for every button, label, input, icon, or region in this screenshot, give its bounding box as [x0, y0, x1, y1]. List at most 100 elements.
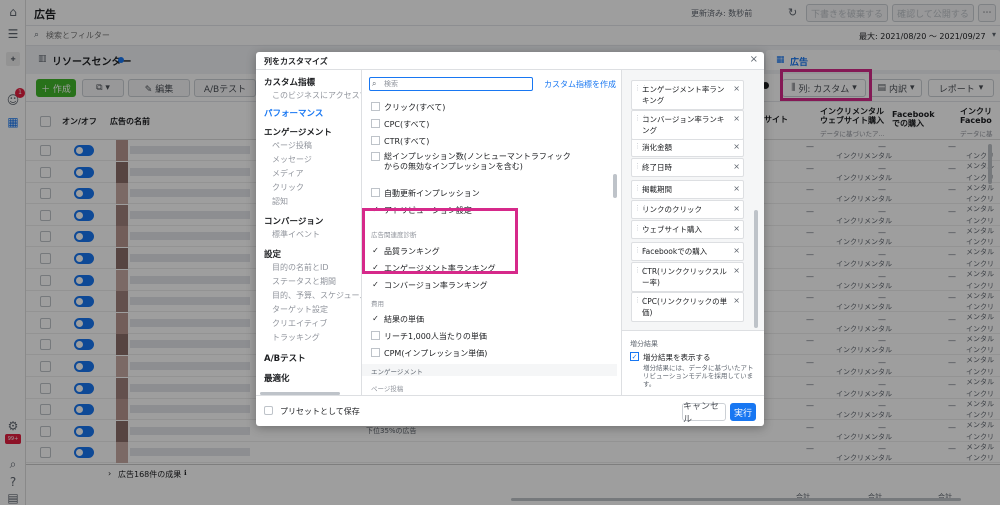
category-item[interactable]: ページ投稿 — [272, 140, 312, 151]
checked-icon[interactable]: ✓ — [371, 314, 380, 323]
category-item[interactable]: パフォーマンス — [264, 107, 323, 119]
category-item[interactable]: カスタム指標 — [264, 76, 315, 88]
metric-label: リーチ1,000人当たりの単価 — [384, 332, 487, 341]
metric-checkbox-item[interactable]: クリック(すべて) — [371, 102, 445, 113]
modal-footer: プリセットとして保存 キャンセル 実行 — [256, 395, 764, 426]
metric-checkbox-item[interactable]: CPM(インプレッション単価) — [371, 348, 487, 359]
remove-icon[interactable]: × — [733, 296, 740, 305]
category-item[interactable]: 認知 — [272, 196, 288, 207]
category-item[interactable]: エンゲージメント — [264, 126, 332, 138]
category-item[interactable]: このビジネスにアクセスで — [272, 90, 361, 101]
category-item[interactable]: ターゲット設定 — [272, 304, 328, 315]
incremental-section: 増分結果 ✓ 増分結果を表示する 増分結果には、データに基づいたアトリビューショ… — [622, 330, 764, 395]
unchecked-box[interactable] — [371, 348, 380, 357]
remove-icon[interactable]: × — [733, 224, 740, 233]
category-list: カスタム指標このビジネスにアクセスでパフォーマンス エンゲージメントページ投稿メッ… — [256, 70, 362, 395]
category-item[interactable]: A/Bテスト — [264, 352, 306, 364]
selected-column-label: CPC(リンククリックの単価) — [642, 297, 728, 317]
remove-icon[interactable]: × — [733, 162, 740, 171]
selected-column-pill[interactable]: ⋮⋮ 消化金額 × — [631, 138, 744, 157]
metric-label: 結果の単価 — [384, 315, 424, 324]
create-custom-metric-link[interactable]: カスタム指標を作成 — [544, 79, 616, 90]
engagement-section-label: エンゲージメント — [371, 368, 423, 376]
drag-handle-icon[interactable]: ⋮⋮ — [634, 184, 648, 192]
category-item[interactable]: コンバージョン — [264, 215, 323, 227]
save-preset-checkbox[interactable] — [264, 406, 273, 415]
remove-icon[interactable]: × — [733, 142, 740, 151]
unchecked-box[interactable] — [371, 152, 380, 161]
metric-checkbox-item[interactable]: ✓ 結果の単価 — [371, 314, 424, 325]
save-preset-label: プリセットとして保存 — [280, 407, 360, 416]
unchecked-box[interactable] — [371, 136, 380, 145]
drag-handle-icon[interactable]: ⋮⋮ — [634, 162, 648, 170]
unchecked-box[interactable] — [371, 119, 380, 128]
incremental-check-label: 増分結果を表示する — [643, 353, 711, 362]
drag-handle-icon[interactable]: ⋮⋮ — [634, 84, 648, 92]
category-item[interactable]: クリエイティブ — [272, 318, 327, 329]
metric-checkbox-item[interactable]: リーチ1,000人当たりの単価 — [371, 331, 487, 342]
category-item[interactable]: 最適化 — [264, 372, 290, 384]
metric-label: CTR(すべて) — [384, 137, 430, 146]
category-item[interactable]: 標準イベント — [272, 229, 320, 240]
engagement-section-header[interactable]: エンゲージメント — [362, 364, 617, 376]
selected-column-pill[interactable]: ⋮⋮ Facebookでの購入 × — [631, 242, 744, 261]
selected-column-pill[interactable]: ⋮⋮ コンバージョン率ランキング × — [631, 110, 744, 140]
checked-icon[interactable]: ✓ — [371, 280, 380, 289]
metric-checkbox-item[interactable]: ✓ コンバージョン率ランキング — [371, 280, 488, 291]
remove-icon[interactable]: × — [733, 204, 740, 213]
remove-icon[interactable]: × — [733, 184, 740, 193]
cancel-button[interactable]: キャンセル — [682, 402, 726, 425]
selected-column-label: エンゲージメント率ランキング — [642, 85, 725, 105]
metric-label: CPC(すべて) — [384, 120, 430, 129]
drag-handle-icon[interactable]: ⋮⋮ — [634, 114, 648, 122]
incremental-checkbox[interactable]: ✓ — [630, 352, 639, 361]
unchecked-box[interactable] — [371, 331, 380, 340]
drag-handle-icon[interactable]: ⋮⋮ — [634, 142, 648, 150]
modal-title: 列をカスタマイズ — [264, 57, 328, 66]
category-item[interactable]: クリック — [272, 182, 304, 193]
selected-columns-list: ⋮⋮ CPC(リンククリックの単価) × ⋮⋮ CTR(リンククリックスルー率) × ⋮⋮ F… — [622, 70, 764, 395]
metric-checkbox-item[interactable]: 自動更新インプレッション — [371, 188, 480, 199]
drag-handle-icon[interactable]: ⋮⋮ — [634, 266, 648, 274]
selected-column-pill[interactable]: ⋮⋮ リンクのクリック × — [631, 200, 744, 219]
metric-checkbox-item[interactable]: 総インプレッション数(ノンヒューマントラフィックからの無効なインプレッションを含… — [371, 152, 571, 172]
apply-button[interactable]: 実行 — [730, 403, 756, 421]
unchecked-box[interactable] — [371, 188, 380, 197]
selected-column-label: CTR(リンククリックスルー率) — [642, 267, 727, 287]
category-item[interactable]: メッセージ — [272, 154, 312, 165]
remove-icon[interactable]: × — [733, 246, 740, 255]
category-item[interactable]: トラッキング — [272, 332, 320, 343]
selected-column-pill[interactable]: ⋮⋮ エンゲージメント率ランキング × — [631, 80, 744, 110]
selected-vscrollbar[interactable] — [754, 210, 758, 328]
diagnostics-highlight-box — [362, 208, 518, 274]
metric-checkbox-item[interactable]: CTR(すべて) — [371, 136, 429, 147]
metric-label: コンバージョン率ランキング — [384, 281, 488, 290]
metric-section-title: ページ投稿 — [371, 385, 404, 393]
category-item[interactable]: メディア — [272, 168, 303, 179]
metric-search-input[interactable]: 検索 — [369, 77, 533, 91]
category-item[interactable]: 目的の名前とID — [272, 262, 329, 273]
incremental-description: 増分結果には、データに基づいたアトリビューションモデルを採用しています。 — [643, 364, 754, 388]
category-item[interactable]: 設定 — [264, 248, 281, 260]
remove-icon[interactable]: × — [733, 114, 740, 123]
remove-icon[interactable]: × — [733, 266, 740, 275]
metric-label: 総インプレッション数(ノンヒューマントラフィックからの無効なインプレッションを含… — [384, 152, 571, 171]
metric-checkbox-item[interactable]: CPC(すべて) — [371, 119, 429, 130]
close-icon[interactable]: × — [750, 54, 758, 65]
drag-handle-icon[interactable]: ⋮⋮ — [634, 204, 648, 212]
selected-column-pill[interactable]: ⋮⋮ 掲載期間 × — [631, 180, 744, 199]
selected-column-label: Facebookでの購入 — [642, 247, 708, 256]
selected-column-pill[interactable]: ⋮⋮ ウェブサイト購入 × — [631, 220, 744, 239]
metric-vscrollbar[interactable] — [613, 174, 617, 198]
drag-handle-icon[interactable]: ⋮⋮ — [634, 246, 648, 254]
unchecked-box[interactable] — [371, 102, 380, 111]
category-item[interactable]: ステータスと期間 — [272, 276, 336, 287]
metric-label: クリック(すべて) — [384, 103, 446, 112]
remove-icon[interactable]: × — [733, 84, 740, 93]
drag-handle-icon[interactable]: ⋮⋮ — [634, 224, 648, 232]
selected-column-pill[interactable]: ⋮⋮ 終了日時 × — [631, 158, 744, 177]
category-item[interactable]: 目的、予算、スケジュール — [272, 290, 361, 301]
drag-handle-icon[interactable]: ⋮⋮ — [634, 296, 648, 304]
selected-column-pill[interactable]: ⋮⋮ CTR(リンククリックスルー率) × — [631, 262, 744, 292]
selected-column-pill[interactable]: ⋮⋮ CPC(リンククリックの単価) × — [631, 292, 744, 322]
